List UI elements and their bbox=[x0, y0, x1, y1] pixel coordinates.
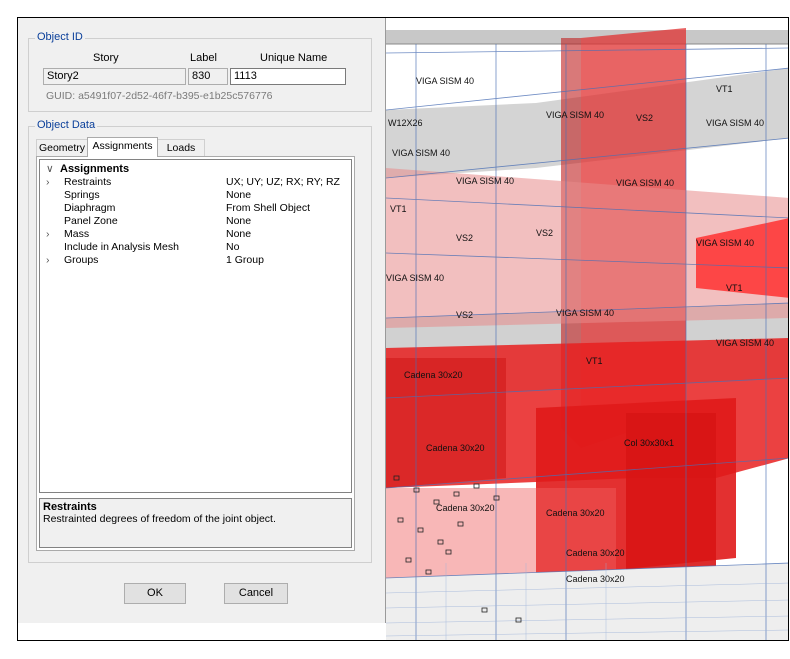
property-name: Panel Zone bbox=[64, 215, 118, 227]
object-data-title: Object Data bbox=[35, 119, 98, 131]
viewport-label-vt1: VT1 bbox=[586, 356, 603, 366]
viewport-label-viga: VIGA SISM 40 bbox=[386, 273, 445, 283]
label-field[interactable]: 830 bbox=[188, 68, 228, 85]
viewport-label-vt1: VT1 bbox=[716, 84, 733, 94]
viewport-label-vs2: VS2 bbox=[456, 310, 474, 320]
viewport-label-w12x26: W12X26 bbox=[388, 118, 423, 128]
property-value: None bbox=[226, 215, 252, 227]
viewport-label-cadena: Cadena 30x20 bbox=[404, 370, 463, 380]
viewport-label-cadena: Cadena 30x20 bbox=[436, 503, 495, 513]
expand-icon[interactable]: › bbox=[46, 176, 50, 189]
viewport-label-viga: VIGA SISM 40 bbox=[392, 148, 451, 158]
property-value: No bbox=[226, 241, 240, 253]
property-value: None bbox=[226, 228, 252, 240]
property-row-groups[interactable]: › Groups 1 Group bbox=[40, 254, 351, 267]
property-value: From Shell Object bbox=[226, 202, 311, 214]
property-row-springs[interactable]: Springs None bbox=[40, 189, 351, 202]
viewport-label-viga: VIGA SISM 40 bbox=[716, 338, 775, 348]
unique-name-field[interactable]: 1113 bbox=[230, 68, 346, 85]
viewport-label-vt1: VT1 bbox=[390, 204, 407, 214]
object-id-title: Object ID bbox=[35, 31, 85, 43]
property-value: None bbox=[226, 189, 252, 201]
object-information-dialog: Object ID Story Label Unique Name Story2… bbox=[18, 18, 386, 623]
story-header: Story bbox=[93, 52, 119, 64]
tab-assignments[interactable]: Assignments bbox=[87, 137, 158, 157]
viewport-label-cadena: Cadena 30x20 bbox=[546, 508, 605, 518]
property-name: Include in Analysis Mesh bbox=[64, 241, 179, 253]
guid-text: GUID: a5491f07-2d52-46f7-b395-e1b25c5767… bbox=[46, 90, 273, 102]
viewport-label-cadena: Cadena 30x20 bbox=[566, 574, 625, 584]
viewport-label-viga: VIGA SISM 40 bbox=[616, 178, 675, 188]
model-3d-viewport[interactable]: VIGA SISM 40 VIGA SISM 40 W12X26 VT1 VS2… bbox=[386, 18, 788, 640]
viewport-label-vs2: VS2 bbox=[456, 233, 474, 243]
viewport-label-viga: VIGA SISM 40 bbox=[456, 176, 515, 186]
viewport-label-vs2: VS2 bbox=[536, 228, 554, 238]
property-row-include-in-analysis-mesh[interactable]: Include in Analysis Mesh No bbox=[40, 241, 351, 254]
property-name: Springs bbox=[64, 189, 100, 201]
property-name: Restraints bbox=[64, 176, 112, 188]
description-title: Restraints bbox=[43, 501, 97, 513]
description-text: Restrainted degrees of freedom of the jo… bbox=[43, 513, 276, 525]
viewport-label-viga: VIGA SISM 40 bbox=[706, 118, 765, 128]
property-grid: ∨ Assignments › Restraints UX; UY; UZ; R… bbox=[39, 159, 352, 493]
expand-icon[interactable]: › bbox=[46, 254, 50, 267]
story-field[interactable]: Story2 bbox=[43, 68, 186, 85]
viewport-label-vs2: VS2 bbox=[636, 113, 654, 123]
cancel-button[interactable]: Cancel bbox=[224, 583, 288, 604]
unique-name-header: Unique Name bbox=[260, 52, 328, 64]
assignments-section-header[interactable]: ∨ Assignments bbox=[40, 163, 351, 176]
viewport-label-viga: VIGA SISM 40 bbox=[696, 238, 755, 248]
property-name: Diaphragm bbox=[64, 202, 116, 214]
viewport-label-viga: VIGA SISM 40 bbox=[546, 110, 605, 120]
property-value: UX; UY; UZ; RX; RY; RZ bbox=[226, 176, 340, 188]
viewport-label-viga: VIGA SISM 40 bbox=[416, 76, 475, 86]
property-row-restraints[interactable]: › Restraints UX; UY; UZ; RX; RY; RZ bbox=[40, 176, 351, 189]
property-value: 1 Group bbox=[226, 254, 264, 266]
collapse-icon[interactable]: ∨ bbox=[46, 163, 54, 176]
application-window: VIGA SISM 40 VIGA SISM 40 W12X26 VT1 VS2… bbox=[17, 17, 789, 641]
property-row-diaphragm[interactable]: Diaphragm From Shell Object bbox=[40, 202, 351, 215]
property-row-mass[interactable]: › Mass None bbox=[40, 228, 351, 241]
tab-loads[interactable]: Loads bbox=[157, 139, 205, 156]
ok-button[interactable]: OK bbox=[124, 583, 186, 604]
viewport-label-cadena: Cadena 30x20 bbox=[566, 548, 625, 558]
viewport-label-viga: VIGA SISM 40 bbox=[556, 308, 615, 318]
assignments-panel: ∨ Assignments › Restraints UX; UY; UZ; R… bbox=[36, 156, 355, 551]
property-name: Groups bbox=[64, 254, 99, 266]
property-description: Restraints Restrainted degrees of freedo… bbox=[39, 498, 352, 548]
viewport-label-vt1: VT1 bbox=[726, 283, 743, 293]
property-row-panel-zone[interactable]: Panel Zone None bbox=[40, 215, 351, 228]
label-header: Label bbox=[190, 52, 217, 64]
expand-icon[interactable]: › bbox=[46, 228, 50, 241]
viewport-label-col: Col 30x30x1 bbox=[624, 438, 675, 448]
property-name: Mass bbox=[64, 228, 90, 240]
viewport-label-cadena: Cadena 30x20 bbox=[426, 443, 485, 453]
tab-geometry[interactable]: Geometry bbox=[36, 139, 88, 156]
